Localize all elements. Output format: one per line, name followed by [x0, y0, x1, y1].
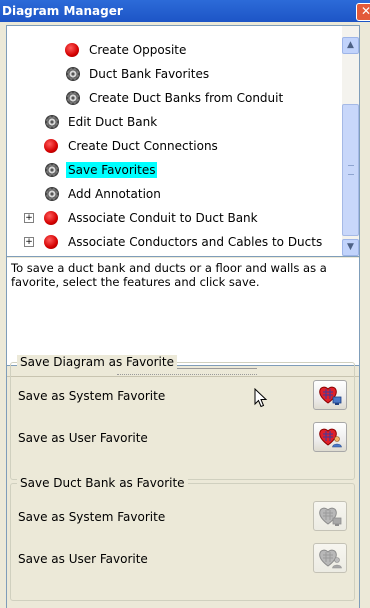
- tree-item-add-annotation[interactable]: Add Annotation: [44, 184, 163, 204]
- tree-item-label: Associate Conductors and Cables to Ducts: [68, 235, 323, 249]
- description-text: To save a duct bank and ducts or a floor…: [11, 261, 327, 289]
- scroll-up-button[interactable]: ▲: [342, 37, 359, 54]
- save-user-favorite-label: Save as User Favorite: [18, 552, 148, 566]
- red-circle-icon: [44, 235, 58, 249]
- save-duct-bank-user-favorite-button[interactable]: [313, 543, 347, 573]
- tree-item-label: Duct Bank Favorites: [89, 67, 210, 81]
- tree-item-label: Associate Conduit to Duct Bank: [68, 211, 258, 225]
- tree-view[interactable]: Create Opposite Duct Bank Favorites Crea…: [7, 25, 359, 257]
- close-button[interactable]: ✕: [356, 3, 370, 21]
- gear-icon: [45, 187, 59, 201]
- gear-icon: [45, 115, 59, 129]
- window-title: Diagram Manager: [2, 4, 123, 18]
- system-favorite-icon: [319, 386, 342, 405]
- chevron-up-icon: ▲: [347, 40, 354, 50]
- tree-item-label: Create Duct Connections: [68, 139, 218, 153]
- tree-scrollbar[interactable]: ▲ ▼: [342, 26, 359, 256]
- scroll-down-button[interactable]: ▼: [342, 239, 359, 256]
- tree-item-label: Create Duct Banks from Conduit: [89, 91, 284, 105]
- chevron-down-icon: ▼: [347, 242, 354, 252]
- close-icon: ✕: [360, 4, 370, 18]
- tree-item-create-opposite[interactable]: Create Opposite: [65, 40, 188, 60]
- tree-item-label: Create Opposite: [89, 43, 187, 57]
- save-system-favorite-label: Save as System Favorite: [18, 510, 166, 524]
- red-circle-icon: [44, 139, 58, 153]
- tree-item-edit-duct-bank[interactable]: Edit Duct Bank: [44, 112, 159, 132]
- scroll-thumb[interactable]: [342, 104, 359, 236]
- group-save-diagram: Save Diagram as Favorite Save as System …: [10, 355, 355, 480]
- save-diagram-user-favorite-button[interactable]: [313, 422, 347, 452]
- gear-icon: [45, 163, 59, 177]
- window-title-bar[interactable]: Diagram Manager ✕: [0, 0, 370, 22]
- user-favorite-icon: [319, 549, 342, 569]
- tree-item-create-duct-banks-from-conduit[interactable]: Create Duct Banks from Conduit: [65, 88, 285, 108]
- tree-item-label-selected: Save Favorites: [66, 162, 158, 178]
- red-circle-icon: [44, 211, 58, 225]
- group-title: Save Duct Bank as Favorite: [17, 476, 188, 490]
- save-user-favorite-label: Save as User Favorite: [18, 431, 148, 445]
- save-duct-bank-system-favorite-button[interactable]: [313, 501, 347, 531]
- system-favorite-icon: [319, 507, 342, 526]
- description-box: To save a duct bank and ducts or a floor…: [7, 258, 359, 366]
- tree-item-create-duct-connections[interactable]: Create Duct Connections: [44, 136, 220, 156]
- red-circle-icon: [65, 43, 79, 57]
- mouse-cursor-icon: [254, 388, 268, 408]
- expand-icon[interactable]: +: [24, 213, 34, 223]
- user-favorite-icon: [319, 428, 342, 448]
- group-save-duct-bank: Save Duct Bank as Favorite Save as Syste…: [10, 476, 355, 601]
- expand-icon[interactable]: +: [24, 237, 34, 247]
- gear-icon: [66, 91, 80, 105]
- tree-item-label: Edit Duct Bank: [68, 115, 158, 129]
- tree-item-associate-conduit-to-duct-bank[interactable]: + Associate Conduit to Duct Bank: [24, 208, 260, 228]
- gear-icon: [66, 67, 80, 81]
- tree-item-associate-conductors-and-cables[interactable]: + Associate Conductors and Cables to Duc…: [24, 232, 324, 252]
- save-system-favorite-label: Save as System Favorite: [18, 389, 166, 403]
- group-title: Save Diagram as Favorite: [17, 355, 177, 369]
- save-diagram-system-favorite-button[interactable]: [313, 380, 347, 410]
- tree-item-duct-bank-favorites[interactable]: Duct Bank Favorites: [65, 64, 211, 84]
- diagram-manager-panel: Create Opposite Duct Bank Favorites Crea…: [6, 25, 360, 608]
- tree-item-label: Add Annotation: [68, 187, 161, 201]
- tree-item-save-favorites[interactable]: Save Favorites: [44, 160, 158, 180]
